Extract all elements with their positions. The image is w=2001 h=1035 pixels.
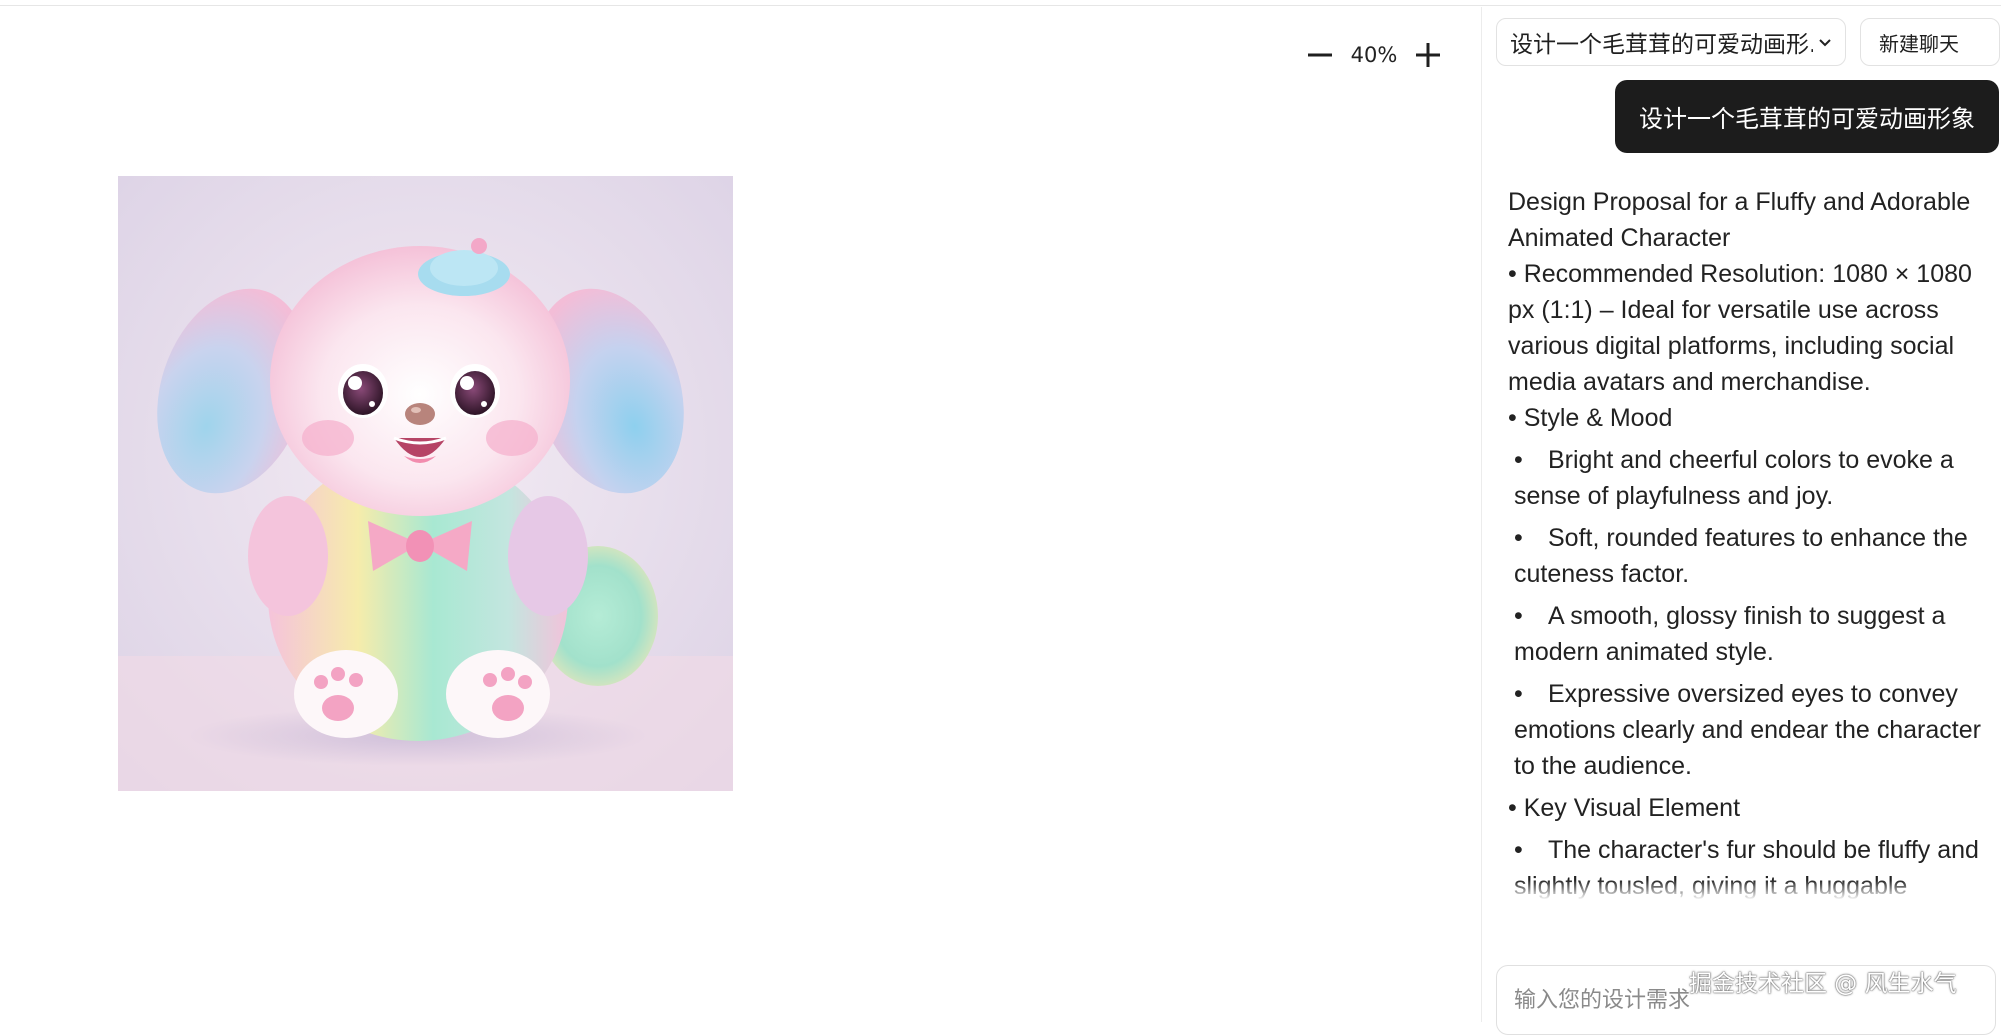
session-select-label: 设计一个毛茸茸的可爱动画形... — [1510, 32, 1813, 58]
list-item: • Soft, rounded features to enhance the c… — [1514, 524, 1968, 588]
assistant-message: Design Proposal for a Fluffy and Adorabl… — [1508, 184, 1998, 900]
style-heading: • Style & Mood — [1508, 404, 1673, 432]
zoom-out-button[interactable] — [1298, 33, 1342, 77]
generated-character-image[interactable] — [118, 176, 733, 791]
plus-icon — [1416, 43, 1440, 67]
key-visual-heading: • Key Visual Element — [1508, 794, 1741, 822]
new-chat-button[interactable]: 新建聊天 — [1860, 18, 2000, 66]
window-top-border — [0, 0, 2001, 6]
watermark: 掘金技术社区 @ 风生水气 — [1689, 971, 1957, 997]
zoom-level: 40% — [1350, 43, 1398, 67]
list-item: • Bright and cheerful colors to evoke a s… — [1514, 446, 1954, 510]
fluffy-puppy-illustration — [118, 176, 733, 791]
zoom-in-button[interactable] — [1406, 33, 1450, 77]
proposal-title: Design Proposal for a Fluffy and Adorabl… — [1508, 188, 1971, 252]
list-item: • A smooth, glossy finish to suggest a mo… — [1514, 602, 1946, 666]
chat-header: 设计一个毛茸茸的可爱动画形... 新建聊天 — [1496, 18, 2000, 66]
list-item: • Expressive oversized eyes to convey emo… — [1514, 680, 1981, 780]
zoom-controls: 40% — [1298, 33, 1450, 77]
style-list: • Bright and cheerful colors to evoke a s… — [1508, 442, 1998, 784]
scroll-fade — [1508, 880, 1998, 900]
resolution-text: • Recommended Resolution: 1080 × 1080 px… — [1508, 260, 1972, 396]
minus-icon — [1308, 53, 1332, 57]
chat-panel: 设计一个毛茸茸的可爱动画形... 新建聊天 设计一个毛茸茸的可爱动画形象 Des… — [1482, 7, 2001, 1035]
user-message-bubble: 设计一个毛茸茸的可爱动画形象 — [1615, 80, 1999, 153]
image-canvas[interactable]: 40% — [0, 7, 1481, 1022]
session-select[interactable]: 设计一个毛茸茸的可爱动画形... — [1496, 18, 1846, 66]
chevron-down-icon — [1817, 34, 1833, 50]
